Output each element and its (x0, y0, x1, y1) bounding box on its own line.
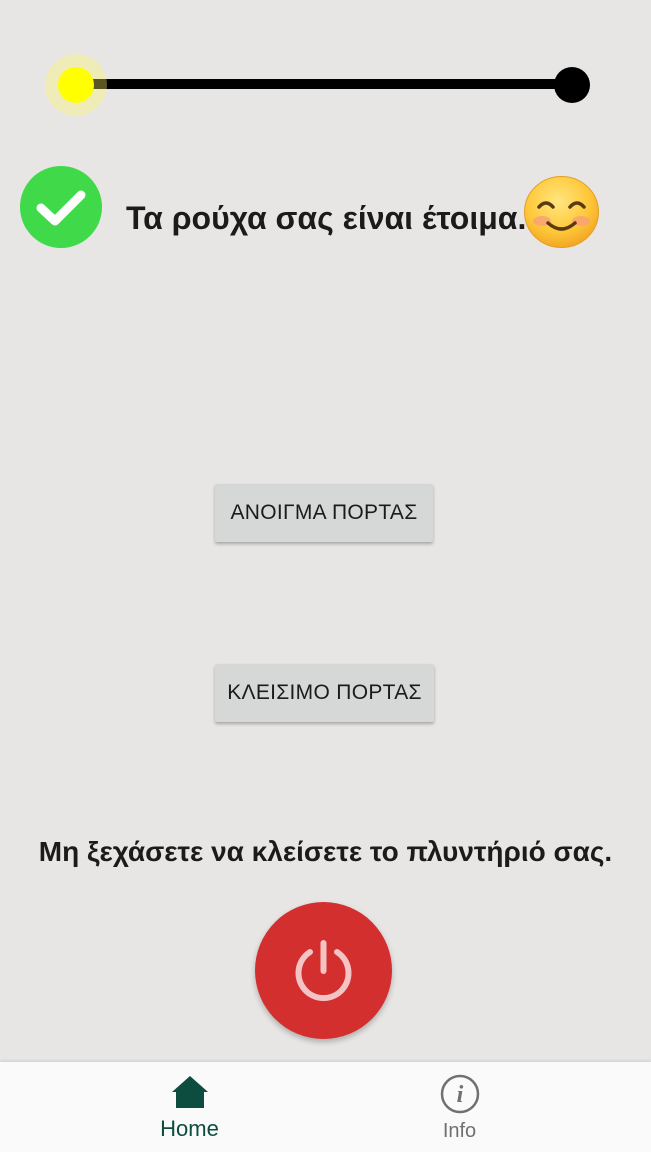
smiling-face-emoji-icon (523, 175, 600, 249)
bottom-navigation: Home i Info (0, 1062, 651, 1152)
slider-thumb[interactable] (58, 67, 94, 103)
slider-end-marker (554, 67, 590, 103)
progress-slider[interactable] (45, 52, 605, 116)
power-button[interactable] (255, 902, 392, 1039)
open-door-button[interactable]: ΑΝΟΙΓΜΑ ΠΟΡΤΑΣ (215, 484, 433, 542)
slider-track (75, 79, 570, 89)
power-icon (295, 940, 352, 1001)
check-circle-icon (20, 166, 102, 248)
status-message: Τα ρούχα σας είναι έτοιμα. (126, 200, 527, 236)
nav-label-info: Info (442, 1120, 477, 1142)
nav-item-info[interactable]: i Info (297, 1062, 622, 1152)
info-icon: i (440, 1074, 479, 1114)
close-door-button[interactable]: ΚΛΕΙΣΙΜΟ ΠΟΡΤΑΣ (215, 664, 434, 722)
reminder-message: Μη ξεχάσετε να κλείσετε το πλυντήριό σας… (38, 836, 613, 867)
svg-text:i: i (456, 1082, 463, 1108)
home-icon (171, 1076, 208, 1108)
